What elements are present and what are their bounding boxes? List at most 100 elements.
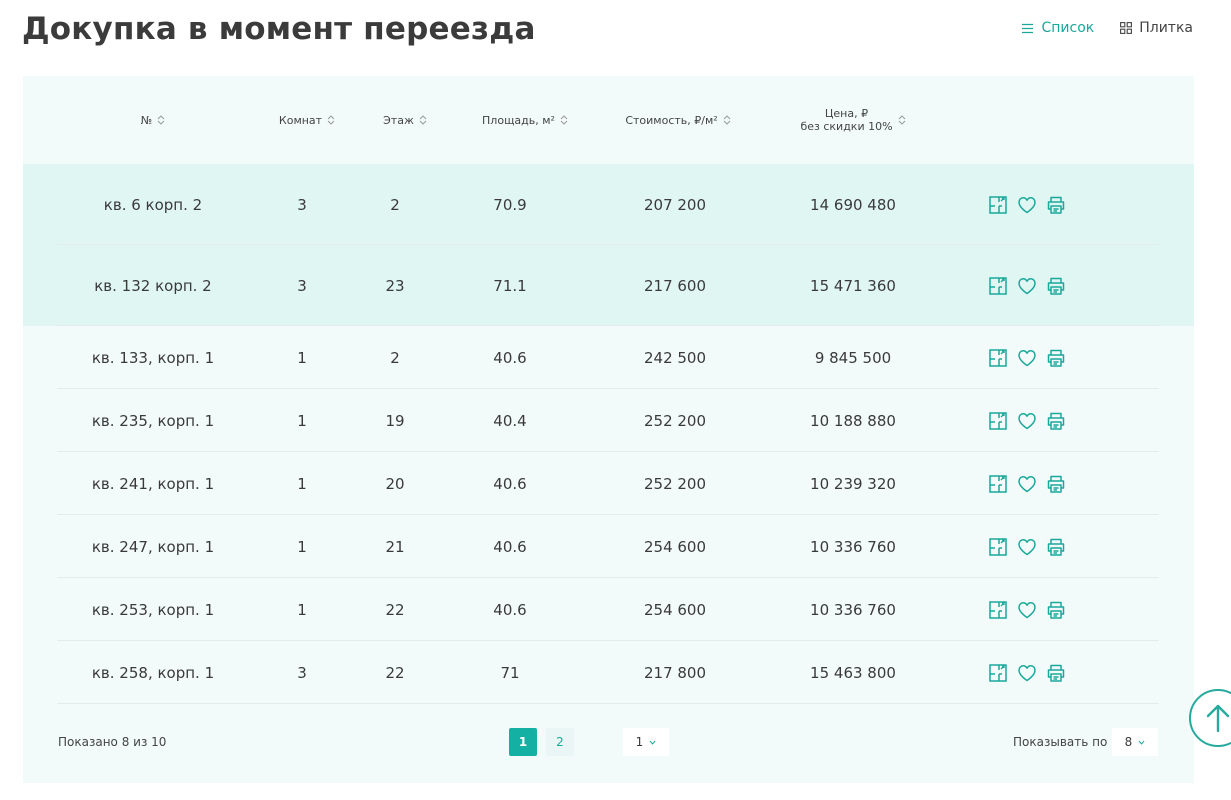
cell-price: 10 239 320 — [810, 474, 896, 493]
printer-icon[interactable] — [1046, 276, 1066, 296]
row-actions — [988, 641, 1066, 704]
heart-icon[interactable] — [1017, 600, 1037, 620]
cell-floor: 22 — [385, 600, 405, 619]
heart-icon[interactable] — [1017, 195, 1037, 215]
tile-grid-icon — [1120, 22, 1133, 34]
printer-icon[interactable] — [1046, 195, 1066, 215]
printer-icon[interactable] — [1046, 600, 1066, 620]
floorplan-icon[interactable] — [988, 537, 1008, 557]
printer-icon[interactable] — [1046, 348, 1066, 368]
cell-price-per-m2: 252 200 — [643, 474, 707, 493]
printer-icon[interactable] — [1046, 474, 1066, 494]
cell-number: кв. 132 корп. 2 — [94, 276, 212, 295]
row-actions — [988, 164, 1066, 245]
per-page-label: Показывать по — [1013, 735, 1108, 749]
table-row[interactable]: кв. 258, корп. 1 3 22 71 217 800 15 463 800 — [23, 641, 1194, 704]
header-price-label: Цена, ₽ без скидки 10% — [800, 107, 893, 133]
table-row[interactable]: кв. 241, корп. 1 1 20 40.6 252 200 10 239 320 — [23, 452, 1194, 515]
table-row[interactable]: кв. 6 корп. 2 3 2 70.9 207 200 14 690 480 — [23, 164, 1194, 245]
cell-floor: 22 — [385, 663, 405, 682]
cell-price-per-m2: 252 200 — [643, 411, 707, 430]
heart-icon[interactable] — [1017, 474, 1037, 494]
floorplan-icon[interactable] — [988, 411, 1008, 431]
view-switch: Список Плитка — [1021, 20, 1193, 36]
view-tile-label: Плитка — [1139, 20, 1193, 36]
cell-price-per-m2: 254 600 — [643, 537, 707, 556]
cell-rooms: 1 — [297, 537, 307, 556]
cell-area: 40.6 — [493, 474, 527, 493]
printer-icon[interactable] — [1046, 663, 1066, 683]
floorplan-icon[interactable] — [988, 348, 1008, 368]
cell-price-per-m2: 254 600 — [643, 600, 707, 619]
cell-rooms: 1 — [297, 474, 307, 493]
cell-price: 15 471 360 — [810, 276, 896, 295]
heart-icon[interactable] — [1017, 663, 1037, 683]
cell-number: кв. 6 корп. 2 — [103, 195, 203, 214]
table-row[interactable]: кв. 235, корп. 1 1 19 40.4 252 200 10 188 880 — [23, 389, 1194, 452]
cell-price: 15 463 800 — [810, 663, 896, 682]
view-tile-button[interactable]: Плитка — [1120, 20, 1193, 36]
cell-rooms: 3 — [297, 663, 307, 682]
heart-icon[interactable] — [1017, 276, 1037, 296]
header-number[interactable]: № — [83, 76, 223, 164]
scroll-to-top-button[interactable] — [1189, 689, 1231, 747]
header-floor[interactable]: Этаж — [360, 76, 450, 164]
header-rooms[interactable]: Комнат — [262, 76, 352, 164]
sort-icon — [419, 115, 427, 125]
sort-icon — [898, 115, 905, 125]
floorplan-icon[interactable] — [988, 600, 1008, 620]
page-title: Докупка в момент переезда — [22, 11, 536, 47]
cell-price-per-m2: 217 800 — [643, 663, 707, 682]
row-actions — [988, 515, 1066, 578]
per-page-select[interactable]: 8 — [1112, 728, 1158, 756]
page-select[interactable]: 1 — [623, 728, 669, 756]
cell-number: кв. 258, корп. 1 — [91, 663, 215, 682]
header-price-per-m2[interactable]: Стоимость, ₽/м² — [603, 76, 753, 164]
cell-rooms: 1 — [297, 600, 307, 619]
cell-area: 40.6 — [493, 600, 527, 619]
table-row[interactable]: кв. 253, корп. 1 1 22 40.6 254 600 10 336 760 — [23, 578, 1194, 641]
row-actions — [988, 452, 1066, 515]
table-header: № Комнат Этаж Площадь, м² Стоимость, ₽/м… — [23, 76, 1194, 164]
cell-number: кв. 235, корп. 1 — [91, 411, 215, 430]
printer-icon[interactable] — [1046, 537, 1066, 557]
cell-price: 10 188 880 — [810, 411, 896, 430]
shown-count: Показано 8 из 10 — [58, 735, 167, 749]
floorplan-icon[interactable] — [988, 663, 1008, 683]
cell-price-per-m2: 242 500 — [643, 348, 707, 367]
cell-floor: 2 — [390, 195, 400, 214]
row-actions — [988, 389, 1066, 452]
row-actions — [988, 578, 1066, 641]
cell-number: кв. 241, корп. 1 — [91, 474, 215, 493]
sort-icon — [560, 115, 568, 125]
heart-icon[interactable] — [1017, 348, 1037, 368]
sort-icon — [327, 115, 335, 125]
cell-price-per-m2: 217 600 — [643, 276, 707, 295]
page-button-1[interactable]: 1 — [509, 728, 537, 756]
cell-area: 70.9 — [493, 195, 527, 214]
heart-icon[interactable] — [1017, 411, 1037, 431]
cell-price-per-m2: 207 200 — [643, 195, 707, 214]
cell-price: 9 845 500 — [814, 348, 892, 367]
printer-icon[interactable] — [1046, 411, 1066, 431]
floorplan-icon[interactable] — [988, 474, 1008, 494]
cell-floor: 21 — [385, 537, 405, 556]
floorplan-icon[interactable] — [988, 195, 1008, 215]
cell-rooms: 3 — [297, 276, 307, 295]
cell-area: 71 — [500, 663, 520, 682]
header-price[interactable]: Цена, ₽ без скидки 10% — [778, 76, 928, 164]
cell-area: 40.4 — [493, 411, 527, 430]
cell-floor: 20 — [385, 474, 405, 493]
table-row[interactable]: кв. 247, корп. 1 1 21 40.6 254 600 10 336 760 — [23, 515, 1194, 578]
cell-price: 14 690 480 — [810, 195, 896, 214]
row-actions — [988, 326, 1066, 389]
table-row[interactable]: кв. 132 корп. 2 3 23 71.1 217 600 15 471 360 — [23, 245, 1194, 326]
header-area[interactable]: Площадь, м² — [455, 76, 595, 164]
list-icon — [1022, 23, 1034, 33]
table-row[interactable]: кв. 133, корп. 1 1 2 40.6 242 500 9 845 500 — [23, 326, 1194, 389]
floorplan-icon[interactable] — [988, 276, 1008, 296]
apartments-table: № Комнат Этаж Площадь, м² Стоимость, ₽/м… — [23, 76, 1194, 783]
view-list-button[interactable]: Список — [1021, 20, 1094, 36]
heart-icon[interactable] — [1017, 537, 1037, 557]
page-button-2[interactable]: 2 — [546, 728, 574, 756]
